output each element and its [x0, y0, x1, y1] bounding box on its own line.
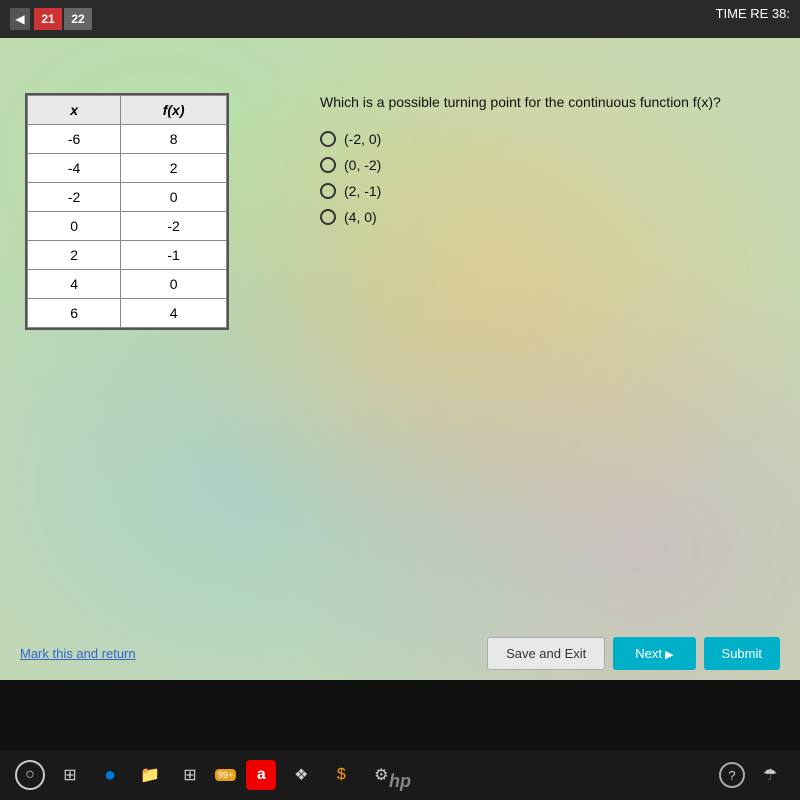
- question-text: Which is a possible turning point for th…: [320, 93, 780, 113]
- content-area: x f(x) -68-42-200-22-14064 Which is a po…: [0, 68, 800, 680]
- table-cell-fx: 0: [121, 270, 227, 299]
- col-header-x: x: [28, 96, 121, 125]
- radio-circle-0: [320, 131, 336, 147]
- action-buttons: Save and Exit Next Submit: [487, 637, 780, 670]
- screen: x f(x) -68-42-200-22-14064 Which is a po…: [0, 30, 800, 680]
- top-navigation-bar: ◀ 21 22 TIME RE 38:: [0, 0, 800, 38]
- table-cell-x: 6: [28, 299, 121, 328]
- radio-circle-3: [320, 209, 336, 225]
- table-cell-x: 0: [28, 212, 121, 241]
- option-label-3: (4, 0): [344, 209, 377, 225]
- option-label-2: (2, -1): [344, 183, 381, 199]
- back-arrow[interactable]: ◀: [10, 8, 30, 30]
- radio-circle-2: [320, 183, 336, 199]
- data-table-container: x f(x) -68-42-200-22-14064: [25, 93, 229, 330]
- taskbar-folder-icon[interactable]: 📁: [135, 760, 165, 790]
- table-cell-x: 4: [28, 270, 121, 299]
- taskbar-grid-icon[interactable]: ⊞: [175, 760, 205, 790]
- table-row: -42: [28, 154, 227, 183]
- page-num-21[interactable]: 21: [34, 8, 62, 30]
- option-label-0: (-2, 0): [344, 131, 381, 147]
- function-table: x f(x) -68-42-200-22-14064: [27, 95, 227, 328]
- taskbar-dropbox-icon[interactable]: ❖: [286, 760, 316, 790]
- timer-label: TIME RE: [716, 6, 769, 21]
- timer-display: TIME RE 38:: [716, 6, 790, 21]
- table-row: 40: [28, 270, 227, 299]
- next-button[interactable]: Next: [613, 637, 695, 670]
- option-label-1: (0, -2): [344, 157, 381, 173]
- table-row: 2-1: [28, 241, 227, 270]
- taskbar-home-icon[interactable]: ○: [15, 760, 45, 790]
- table-cell-x: -4: [28, 154, 121, 183]
- taskbar: ○ ⊞ ● 📁 ⊞ 99+ a ❖ $ ⚙ ? ☂ hp: [0, 750, 800, 800]
- bottom-bar: Mark this and return Save and Exit Next …: [0, 637, 800, 670]
- mark-return-link[interactable]: Mark this and return: [20, 646, 136, 661]
- col-header-fx: f(x): [121, 96, 227, 125]
- table-row: 0-2: [28, 212, 227, 241]
- hp-logo: hp: [389, 771, 411, 792]
- option-2[interactable]: (2, -1): [320, 183, 780, 199]
- question-area: Which is a possible turning point for th…: [320, 93, 780, 235]
- table-cell-fx: 0: [121, 183, 227, 212]
- taskbar-umbrella-icon[interactable]: ☂: [755, 760, 785, 790]
- taskbar-a-icon[interactable]: a: [246, 760, 276, 790]
- table-row: -68: [28, 125, 227, 154]
- table-cell-x: 2: [28, 241, 121, 270]
- taskbar-edge-icon[interactable]: ●: [95, 760, 125, 790]
- table-cell-x: -2: [28, 183, 121, 212]
- radio-circle-1: [320, 157, 336, 173]
- save-exit-button[interactable]: Save and Exit: [487, 637, 605, 670]
- table-cell-fx: 2: [121, 154, 227, 183]
- taskbar-help-icon[interactable]: ?: [719, 762, 745, 788]
- taskbar-badge-99[interactable]: 99+: [215, 769, 236, 781]
- page-num-22[interactable]: 22: [64, 8, 92, 30]
- option-3[interactable]: (4, 0): [320, 209, 780, 225]
- taskbar-s-icon[interactable]: $: [326, 760, 356, 790]
- taskbar-right-icons: ? ☂: [719, 760, 785, 790]
- submit-button[interactable]: Submit: [704, 637, 780, 670]
- table-row: 64: [28, 299, 227, 328]
- timer-value: 38:: [772, 6, 790, 21]
- option-0[interactable]: (-2, 0): [320, 131, 780, 147]
- option-1[interactable]: (0, -2): [320, 157, 780, 173]
- table-row: -20: [28, 183, 227, 212]
- table-cell-x: -6: [28, 125, 121, 154]
- options-container: (-2, 0) (0, -2) (2, -1) (4, 0): [320, 131, 780, 225]
- table-cell-fx: -2: [121, 212, 227, 241]
- table-cell-fx: 8: [121, 125, 227, 154]
- table-cell-fx: 4: [121, 299, 227, 328]
- taskbar-windows-icon[interactable]: ⊞: [55, 760, 85, 790]
- table-cell-fx: -1: [121, 241, 227, 270]
